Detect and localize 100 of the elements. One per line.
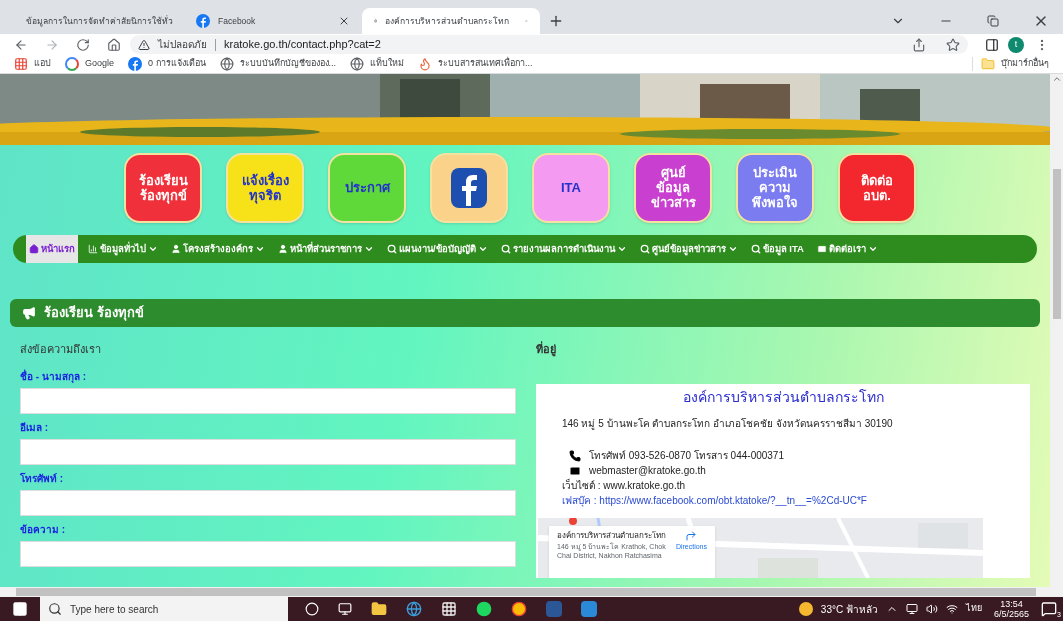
google-icon	[65, 57, 79, 71]
nav-label: โครงสร้างองค์กร	[183, 241, 253, 256]
nav-item[interactable]: ติดต่อเรา	[813, 235, 881, 263]
input-field[interactable]	[20, 439, 516, 465]
user-icon	[278, 244, 288, 254]
edge-icon[interactable]	[406, 601, 422, 617]
nav-item[interactable]: แผนงาน/ข้อบัญญัติ	[384, 235, 491, 263]
link-tile[interactable]	[430, 152, 508, 223]
windows-start-icon[interactable]	[12, 601, 28, 617]
bookmark-item[interactable]: 0 การแจ้งเตือน	[128, 57, 206, 71]
scrollbar-thumb[interactable]	[1052, 169, 1061, 319]
tile-label: ประเมิน	[753, 165, 797, 180]
url-text: kratoke.go.th/contact.php?cat=2	[224, 37, 381, 53]
home-icon[interactable]	[107, 37, 121, 52]
phone-text: โทรศัพท์ 093-526-0870 โทรสาร 044-000371	[589, 449, 784, 463]
back-icon[interactable]	[14, 37, 28, 52]
link-tile[interactable]: ศูนย์ ข้อมูล ข่าวสาร	[634, 152, 712, 223]
apps-grid-icon	[14, 57, 28, 71]
language-indicator[interactable]: ไทย	[965, 602, 982, 616]
input-field[interactable]	[20, 388, 516, 414]
nav-label: ติดต่อเรา	[828, 241, 866, 256]
other-bookmarks[interactable]: บุ๊กมาร์กอื่นๆ	[972, 57, 1049, 71]
bookmark-item[interactable]: Google	[65, 57, 115, 71]
nav-item[interactable]: โครงสร้างองค์กร	[168, 235, 268, 263]
scroll-up-icon[interactable]	[1051, 74, 1062, 84]
side-panel-icon[interactable]	[985, 37, 999, 52]
link-tile[interactable]: ประเมิน ความ พึงพอใจ	[736, 152, 814, 223]
address-bar[interactable]: ไม่ปลอดภัย kratoke.go.th/contact.php?cat=2	[130, 35, 968, 54]
tile-label: ร้องเรียน	[138, 172, 188, 188]
scrollbar-thumb[interactable]	[16, 588, 1036, 596]
bookmark-item[interactable]: ระบบสารสนเทศเพื่อกา...	[418, 57, 533, 71]
volume-icon[interactable]	[925, 603, 938, 615]
user-icon	[171, 244, 181, 254]
tile-label: ข่าวสาร	[650, 195, 696, 210]
tile-label: ทุจริต	[249, 187, 281, 203]
link-tile[interactable]: แจ้งเรื่อง ทุจริต	[226, 152, 304, 223]
nav-item[interactable]: หน้าที่ส่วนราชการ	[275, 235, 377, 263]
horizontal-scrollbar[interactable]	[0, 587, 1063, 597]
input-field[interactable]	[20, 541, 516, 567]
nav-item[interactable]: หน้าแรก	[26, 235, 78, 263]
nav-label: ข้อมูลทั่วไป	[100, 241, 146, 257]
nav-item[interactable]: รายงานผลการดำเนินงาน	[497, 235, 630, 263]
task-view-icon[interactable]	[338, 602, 352, 616]
wifi-icon[interactable]	[945, 603, 958, 615]
tile-label: แจ้งเรื่อง	[241, 172, 289, 188]
browser-tab[interactable]: ข้อมูลการในการจัดทำค่าสัยนิการใช้ทั่ว	[6, 8, 184, 34]
nav-label: หน้าแรก	[41, 241, 75, 256]
tab-title: องค์การบริหารส่วนตำบลกระโทก	[385, 14, 510, 28]
cortana-icon[interactable]	[305, 602, 319, 616]
field-label: ข้อความ :	[20, 523, 67, 536]
tab-title: ข้อมูลการในการจัดทำค่าสัยนิการใช้ทั่ว	[26, 14, 173, 28]
browser-tab[interactable]: Facebook	[184, 8, 362, 34]
share-icon[interactable]	[912, 37, 926, 52]
input-field[interactable]	[20, 490, 516, 516]
facebook-icon	[196, 14, 210, 28]
section-title: ร้องเรียน ร้องทุกข์	[44, 304, 144, 323]
mail-icon	[816, 244, 827, 254]
restore-icon[interactable]	[987, 15, 999, 27]
org-name: องค์การบริหารส่วนตำบลกระโทก	[681, 388, 885, 407]
tile-label: ติดต่อ	[861, 172, 893, 188]
bookmark-label: แท็บใหม่	[370, 57, 405, 71]
clock-time: 13:54	[1000, 599, 1023, 609]
flame-icon	[418, 57, 433, 71]
nav-item[interactable]: ข้อมูลทั่วไป	[85, 235, 161, 263]
chart-icon	[88, 244, 98, 254]
link-tile[interactable]: ร้องเรียน ร้องทุกข์	[124, 152, 202, 223]
tile-label: ศูนย์	[660, 165, 686, 180]
search-placeholder: Type here to search	[70, 602, 159, 617]
file-explorer-icon[interactable]	[371, 601, 387, 617]
bookmark-item[interactable]: แท็บใหม่	[350, 57, 405, 71]
search-icon	[500, 244, 511, 254]
vertical-scrollbar[interactable]	[1050, 74, 1063, 587]
store-icon[interactable]	[441, 601, 457, 617]
network-icon[interactable]	[905, 603, 918, 615]
weather-sun-icon	[798, 602, 813, 616]
reload-icon[interactable]	[76, 37, 90, 52]
nav-label: ศูนย์ข้อมูลข่าวสาร	[651, 241, 726, 257]
nav-item[interactable]: ข้อมูล ITA	[747, 235, 807, 263]
email-text: webmaster@kratoke.go.th	[589, 464, 706, 478]
bookmark-label: แอป	[34, 57, 51, 71]
search-icon	[750, 244, 761, 254]
nav-item[interactable]: ศูนย์ข้อมูลข่าวสาร	[636, 235, 741, 263]
megaphone-icon	[22, 306, 36, 320]
profile-avatar[interactable]: t	[1008, 36, 1024, 53]
bookmark-star-icon[interactable]	[946, 37, 960, 52]
browser-tab[interactable]: องค์การบริหารส่วนตำบลกระโทก	[362, 8, 540, 34]
taskbar-search[interactable]: Type here to search	[40, 597, 288, 621]
link-tile[interactable]: ติดต่อ อบต.	[838, 152, 916, 223]
place-name: องค์การบริหารส่วนตำบลกระโทก	[557, 530, 667, 542]
form-heading: ส่งข้อความถึงเรา	[20, 342, 102, 357]
search-icon	[639, 244, 650, 254]
clock[interactable]: 13:54 6/5/2565	[989, 599, 1033, 619]
bookmark-item[interactable]: แอป	[14, 57, 51, 71]
bookmark-item[interactable]: ระบบบันทึกบัญชีขององ...	[219, 57, 337, 71]
link-tile[interactable]: ITA	[532, 152, 610, 223]
facebook-link[interactable]: เฟสบุ๊ค : https://www.facebook.com/obt.ktatoke/?__tn__=%2Cd-UC*F	[562, 493, 1004, 508]
link-tile[interactable]: ประกาศ	[328, 152, 406, 223]
address-text: 146 หมู่ 5 บ้านพะโค ตำบลกระโทก อำเภอโชคชัย จังหวัดนครราชสีมา 30190	[562, 417, 894, 431]
tile-label: ประกาศ	[344, 180, 390, 195]
new-tab-icon[interactable]	[548, 13, 564, 29]
